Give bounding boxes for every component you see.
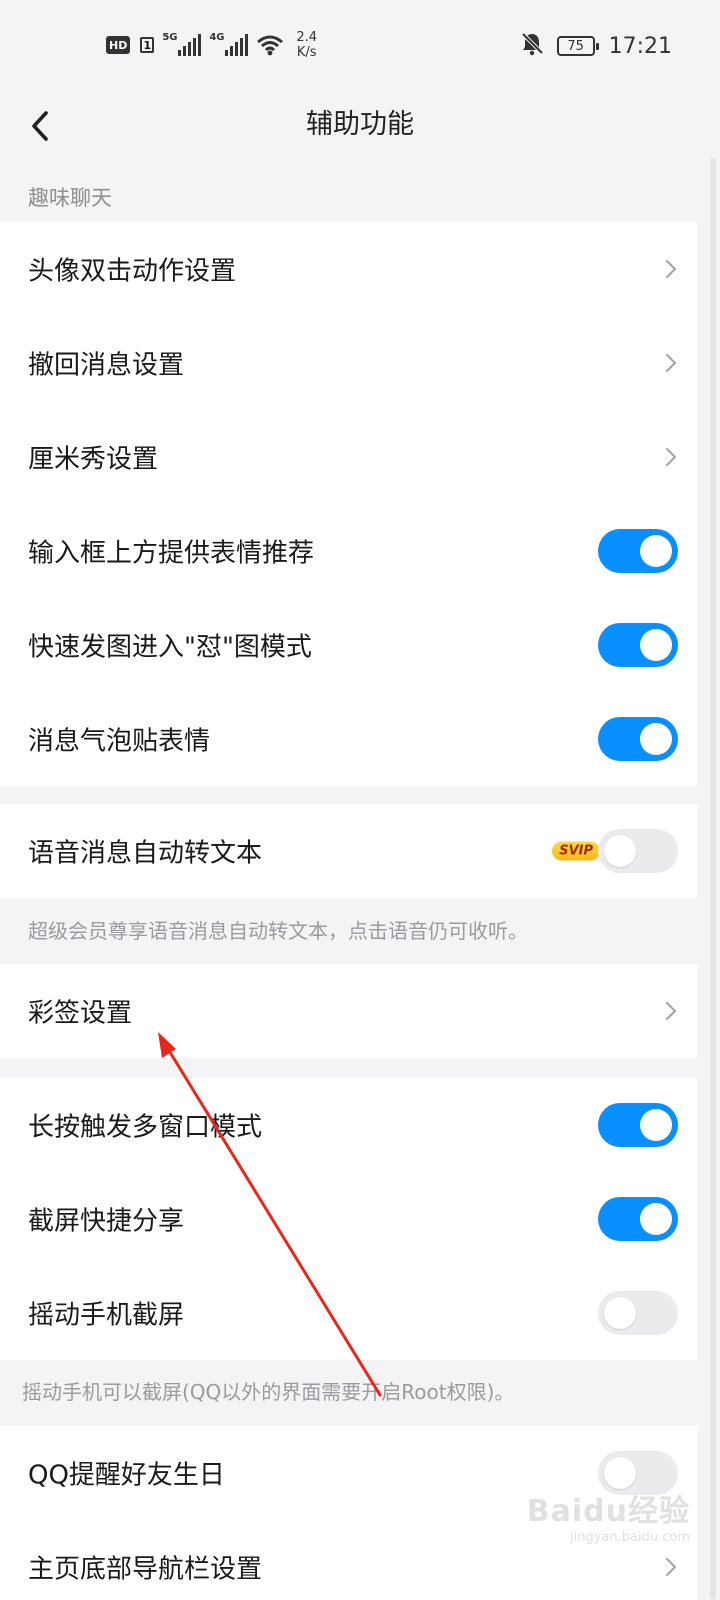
battery-icon: 75 (556, 36, 599, 56)
svip-badge: SVIP (552, 841, 600, 861)
status-bar: HD 1 5G 4G 2.4 K/s 75 17:21 (0, 0, 720, 92)
row-multi-window: 长按触发多窗口模式 (0, 1078, 698, 1172)
battery-level: 75 (567, 38, 584, 54)
multi-window-toggle[interactable] (598, 1103, 678, 1147)
hd-badge: HD (106, 36, 131, 54)
status-left: HD 1 5G 4G 2.4 K/s (106, 30, 317, 60)
baidu-watermark: Baidu经验 jingyan.baidu.com (527, 1486, 690, 1545)
voice-to-text-toggle[interactable] (598, 829, 678, 873)
chevron-right-icon (665, 1557, 677, 1577)
row-quick-image: 快速发图进入"怼"图模式 (0, 598, 698, 692)
network-speed-unit: K/s (296, 45, 317, 60)
row-recall-message[interactable]: 撤回消息设置 (0, 316, 698, 410)
chevron-right-icon (665, 353, 677, 373)
sim-icon: 1 (140, 37, 155, 53)
row-emoji-suggest: 输入框上方提供表情推荐 (0, 504, 698, 598)
scrollbar[interactable] (710, 158, 716, 1600)
network-speed-value: 2.4 (296, 30, 318, 45)
voice-hint: 超级会员尊享语音消息自动转文本，点击语音仍可收听。 (28, 919, 528, 943)
bubble-sticker-toggle[interactable] (598, 717, 678, 761)
row-label: 消息气泡贴表情 (28, 726, 211, 757)
row-label: 长按触发多窗口模式 (28, 1112, 263, 1143)
row-signature[interactable]: 彩签设置 (0, 964, 698, 1058)
settings-group-chat: 头像双击动作设置 撤回消息设置 厘米秀设置 输入框上方提供表情推荐 快速发图进入… (0, 222, 698, 786)
row-label: 截屏快捷分享 (28, 1206, 185, 1237)
status-right: 75 17:21 (521, 32, 672, 60)
row-label: 头像双击动作设置 (28, 256, 237, 287)
row-label: 语音消息自动转文本 (28, 838, 263, 869)
shake-screenshot-toggle[interactable] (598, 1291, 678, 1335)
settings-group-voice: 语音消息自动转文本 SVIP (0, 804, 698, 898)
row-label: 撤回消息设置 (28, 350, 185, 381)
row-voice-to-text: 语音消息自动转文本 SVIP (0, 804, 698, 898)
signal-5g-label: 5G (162, 32, 178, 43)
settings-group-screen: 长按触发多窗口模式 截屏快捷分享 摇动手机截屏 (0, 1078, 698, 1360)
wifi-icon (256, 34, 284, 56)
signal-5g-icon: 5G (162, 32, 202, 56)
page-title: 辅助功能 (306, 109, 414, 140)
signal-4g-icon: 4G (209, 32, 249, 56)
watermark-sub: jingyan.baidu.com (570, 1530, 690, 1545)
row-cmshow[interactable]: 厘米秀设置 (0, 410, 698, 504)
row-bubble-sticker: 消息气泡贴表情 (0, 692, 698, 786)
chevron-right-icon (665, 447, 677, 467)
emoji-suggest-toggle[interactable] (598, 529, 678, 573)
bell-muted-icon (521, 32, 544, 60)
chevron-right-icon (665, 1001, 677, 1021)
chevron-right-icon (665, 259, 677, 279)
signal-4g-label: 4G (209, 32, 225, 43)
shake-hint: 摇动手机可以截屏(QQ以外的界面需要开启Root权限)。 (22, 1380, 515, 1404)
clock: 17:21 (608, 33, 672, 59)
section-label: 趣味聊天 (28, 186, 112, 210)
row-label: 输入框上方提供表情推荐 (28, 538, 315, 569)
row-shake-screenshot: 摇动手机截屏 (0, 1266, 698, 1360)
network-speed: 2.4 K/s (296, 30, 317, 60)
row-screenshot-share: 截屏快捷分享 (0, 1172, 698, 1266)
row-label: QQ提醒好友生日 (28, 1460, 225, 1491)
row-label: 厘米秀设置 (28, 444, 159, 475)
watermark-main: Baidu经验 (526, 1494, 690, 1529)
row-label: 摇动手机截屏 (28, 1300, 185, 1331)
settings-group-signature: 彩签设置 (0, 964, 698, 1058)
quick-image-toggle[interactable] (598, 623, 678, 667)
screenshot-share-toggle[interactable] (598, 1197, 678, 1241)
row-label: 彩签设置 (28, 998, 133, 1029)
row-label: 主页底部导航栏设置 (28, 1554, 263, 1585)
row-label: 快速发图进入"怼"图模式 (28, 632, 312, 663)
nav-header: 辅助功能 (0, 92, 720, 162)
row-avatar-double-tap[interactable]: 头像双击动作设置 (0, 222, 698, 316)
